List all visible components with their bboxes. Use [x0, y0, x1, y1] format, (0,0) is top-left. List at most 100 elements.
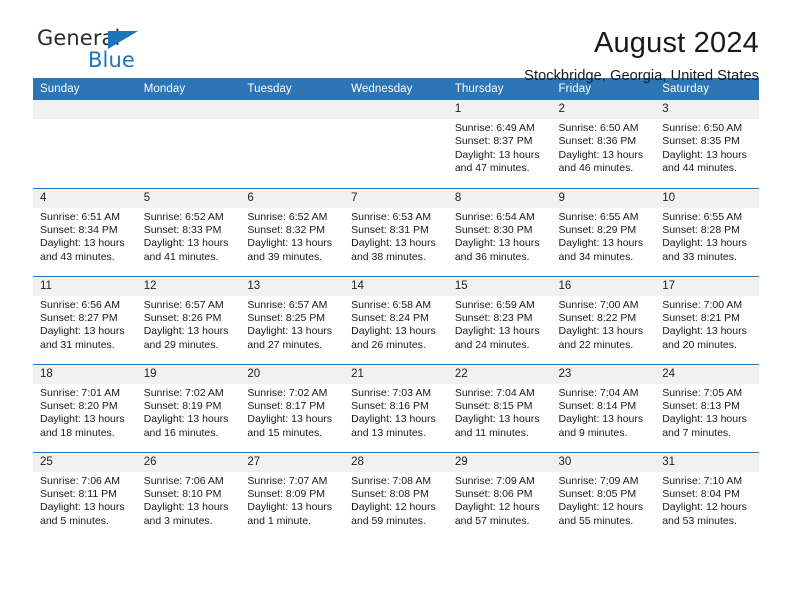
calendar-week-row: 4 Sunrise: 6:51 AM Sunset: 8:34 PM Daylight…	[33, 187, 759, 276]
day-details: Sunrise: 6:53 AM Sunset: 8:31 PM Daylight:…	[344, 208, 448, 265]
daylight-text: Daylight: 13 hours	[247, 325, 333, 338]
calendar-day-cell[interactable]: 31 Sunrise: 7:10 AM Sunset: 8:04 PM Dayligh…	[655, 451, 759, 540]
calendar-day-cell[interactable]: 14 Sunrise: 6:58 AM Sunset: 8:24 PM Dayligh…	[344, 275, 448, 364]
calendar-day-cell[interactable]: 30 Sunrise: 7:09 AM Sunset: 8:05 PM Dayligh…	[551, 451, 656, 540]
daylight-text: Daylight: 13 hours	[558, 237, 644, 250]
calendar-day-cell[interactable]: 20 Sunrise: 7:02 AM Sunset: 8:17 PM Dayligh…	[240, 363, 345, 452]
day-details: Sunrise: 6:49 AM Sunset: 8:37 PM Daylight:…	[448, 119, 552, 176]
calendar-day-cell[interactable]: 23 Sunrise: 7:04 AM Sunset: 8:14 PM Dayligh…	[551, 363, 656, 452]
daylight-text: Daylight: 13 hours	[454, 148, 540, 161]
day-number: 8	[447, 188, 552, 208]
calendar-day-cell[interactable]: 28 Sunrise: 7:08 AM Sunset: 8:08 PM Dayligh…	[344, 451, 448, 540]
day-number: 23	[551, 364, 656, 384]
daylight-text: Daylight: 13 hours	[558, 413, 644, 426]
daylight-text: Daylight: 13 hours	[454, 325, 540, 338]
calendar-day-cell[interactable]: 16 Sunrise: 7:00 AM Sunset: 8:22 PM Dayligh…	[551, 275, 656, 364]
daylight-text-cont: and 44 minutes.	[662, 162, 737, 175]
sunrise-text: Sunrise: 6:55 AM	[662, 210, 743, 223]
daylight-text-cont: and 18 minutes.	[40, 426, 115, 439]
day-number: 12	[136, 276, 241, 296]
daylight-text-cont: and 31 minutes.	[40, 338, 115, 351]
daylight-text: Daylight: 13 hours	[247, 237, 333, 250]
calendar-day-cell[interactable]: 4 Sunrise: 6:51 AM Sunset: 8:34 PM Daylight…	[33, 187, 137, 276]
sunset-text: Sunset: 8:16 PM	[351, 399, 429, 412]
day-details: Sunrise: 6:54 AM Sunset: 8:30 PM Daylight:…	[448, 208, 552, 265]
calendar-day-cell[interactable]: 6 Sunrise: 6:52 AM Sunset: 8:32 PM Daylight…	[240, 187, 345, 276]
day-details: Sunrise: 6:55 AM Sunset: 8:28 PM Daylight:…	[655, 208, 759, 265]
sunset-text: Sunset: 8:32 PM	[247, 223, 326, 236]
day-number: 17	[655, 276, 759, 296]
calendar-day-cell[interactable]: 7 Sunrise: 6:53 AM Sunset: 8:31 PM Daylight…	[344, 187, 448, 276]
sunrise-text: Sunrise: 7:04 AM	[558, 386, 639, 399]
calendar-day-cell[interactable]: 12 Sunrise: 6:57 AM Sunset: 8:26 PM Dayligh…	[136, 275, 241, 364]
daylight-text-cont: and 5 minutes.	[40, 514, 109, 527]
day-number: 10	[655, 188, 759, 208]
calendar-day-cell[interactable]: 27 Sunrise: 7:07 AM Sunset: 8:09 PM Dayligh…	[240, 451, 345, 540]
day-number	[240, 100, 345, 119]
daylight-text-cont: and 41 minutes.	[143, 250, 219, 263]
day-number: 29	[447, 452, 552, 472]
calendar-day-cell[interactable]: 13 Sunrise: 6:57 AM Sunset: 8:25 PM Dayligh…	[240, 275, 345, 364]
day-number: 16	[551, 276, 656, 296]
day-number: 6	[240, 188, 345, 208]
calendar-day-cell[interactable]: 8 Sunrise: 6:54 AM Sunset: 8:30 PM Daylight…	[447, 187, 552, 276]
calendar-day-cell[interactable]: 11 Sunrise: 6:56 AM Sunset: 8:27 PM Dayligh…	[33, 275, 137, 364]
daylight-text-cont: and 38 minutes.	[351, 250, 426, 263]
calendar-day-cell[interactable]: 29 Sunrise: 7:09 AM Sunset: 8:06 PM Dayligh…	[447, 451, 552, 540]
daylight-text-cont: and 47 minutes.	[454, 162, 530, 175]
daylight-text-cont: and 3 minutes.	[143, 514, 213, 527]
calendar-day-cell[interactable]: 5 Sunrise: 6:52 AM Sunset: 8:33 PM Daylight…	[136, 187, 241, 276]
logo-triangle-icon	[108, 31, 138, 49]
calendar-day-cell[interactable]: 1 Sunrise: 6:49 AM Sunset: 8:37 PM Daylight…	[447, 100, 552, 188]
daylight-text-cont: and 55 minutes.	[558, 514, 634, 527]
sunrise-text: Sunrise: 7:03 AM	[351, 386, 432, 399]
daylight-text-cont: and 24 minutes.	[454, 338, 530, 351]
daylight-text: Daylight: 13 hours	[40, 325, 125, 338]
sunset-text: Sunset: 8:11 PM	[40, 487, 117, 500]
daylight-text: Daylight: 13 hours	[143, 501, 229, 514]
day-number: 3	[655, 100, 759, 119]
weekday-header-sunday: Sunday	[33, 78, 137, 100]
sunrise-text: Sunrise: 7:08 AM	[351, 474, 432, 487]
daylight-text: Daylight: 13 hours	[558, 325, 644, 338]
daylight-text-cont: and 33 minutes.	[662, 250, 737, 263]
calendar-day-cell[interactable]: 18 Sunrise: 7:01 AM Sunset: 8:20 PM Dayligh…	[33, 363, 137, 452]
calendar-day-cell[interactable]: 22 Sunrise: 7:04 AM Sunset: 8:15 PM Dayligh…	[447, 363, 552, 452]
day-details: Sunrise: 6:55 AM Sunset: 8:29 PM Daylight:…	[552, 208, 656, 265]
sunset-text: Sunset: 8:22 PM	[558, 311, 637, 324]
daylight-text-cont: and 13 minutes.	[351, 426, 426, 439]
day-number: 1	[447, 100, 552, 119]
day-details: Sunrise: 7:09 AM Sunset: 8:06 PM Daylight:…	[448, 472, 552, 529]
calendar-day-cell[interactable]: 21 Sunrise: 7:03 AM Sunset: 8:16 PM Dayligh…	[344, 363, 448, 452]
sunrise-text: Sunrise: 7:09 AM	[558, 474, 639, 487]
day-number: 21	[344, 364, 448, 384]
calendar-day-cell[interactable]: 2 Sunrise: 6:50 AM Sunset: 8:36 PM Daylight…	[551, 100, 656, 188]
day-details: Sunrise: 7:02 AM Sunset: 8:17 PM Daylight:…	[240, 384, 344, 441]
day-number: 9	[551, 188, 656, 208]
calendar-day-cell[interactable]: 25 Sunrise: 7:06 AM Sunset: 8:11 PM Dayligh…	[33, 451, 137, 540]
calendar-day-cell-empty	[344, 100, 448, 188]
daylight-text-cont: and 59 minutes.	[351, 514, 426, 527]
calendar-day-cell[interactable]: 10 Sunrise: 6:55 AM Sunset: 8:28 PM Dayligh…	[655, 187, 759, 276]
day-details: Sunrise: 6:50 AM Sunset: 8:36 PM Daylight:…	[552, 119, 656, 176]
daylight-text: Daylight: 13 hours	[351, 237, 436, 250]
calendar-day-cell[interactable]: 9 Sunrise: 6:55 AM Sunset: 8:29 PM Daylight…	[551, 187, 656, 276]
calendar-day-cell[interactable]: 17 Sunrise: 7:00 AM Sunset: 8:21 PM Dayligh…	[655, 275, 759, 364]
calendar-day-cell[interactable]: 24 Sunrise: 7:05 AM Sunset: 8:13 PM Dayligh…	[655, 363, 759, 452]
sunset-text: Sunset: 8:10 PM	[143, 487, 222, 500]
general-blue-logo[interactable]: General Blue	[33, 26, 193, 74]
day-details: Sunrise: 6:51 AM Sunset: 8:34 PM Daylight:…	[33, 208, 137, 265]
calendar-day-cell[interactable]: 15 Sunrise: 6:59 AM Sunset: 8:23 PM Dayligh…	[447, 275, 552, 364]
daylight-text: Daylight: 13 hours	[558, 148, 644, 161]
day-number: 11	[33, 276, 137, 296]
calendar-day-cell[interactable]: 19 Sunrise: 7:02 AM Sunset: 8:19 PM Dayligh…	[136, 363, 241, 452]
calendar-day-cell[interactable]: 26 Sunrise: 7:06 AM Sunset: 8:10 PM Dayligh…	[136, 451, 241, 540]
day-details: Sunrise: 6:52 AM Sunset: 8:33 PM Daylight:…	[137, 208, 241, 265]
daylight-text-cont: and 16 minutes.	[143, 426, 219, 439]
daylight-text-cont: and 9 minutes.	[558, 426, 628, 439]
daylight-text: Daylight: 13 hours	[247, 501, 333, 514]
day-number: 31	[655, 452, 759, 472]
day-number: 13	[240, 276, 345, 296]
daylight-text: Daylight: 13 hours	[247, 413, 333, 426]
calendar-day-cell[interactable]: 3 Sunrise: 6:50 AM Sunset: 8:35 PM Daylight…	[655, 100, 759, 188]
